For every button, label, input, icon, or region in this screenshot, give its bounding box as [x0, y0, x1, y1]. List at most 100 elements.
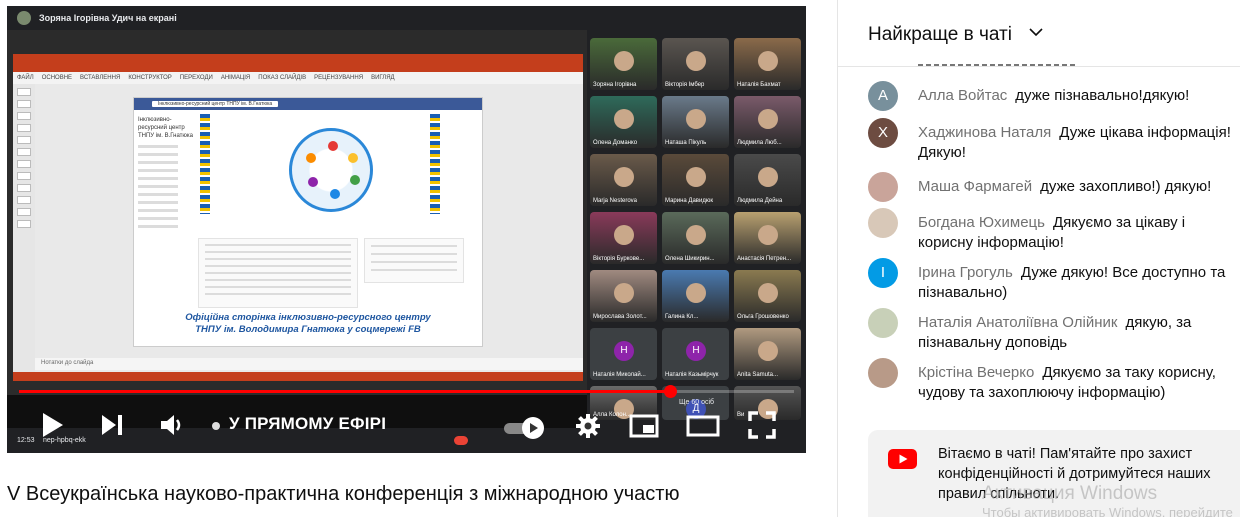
participant-name: Marja Nesterova: [593, 198, 638, 204]
participant-tile[interactable]: Галина Кл...: [662, 270, 729, 322]
participant-name: Наташа Пікуль: [665, 140, 707, 146]
participant-name: Вікторія Буркове...: [593, 256, 645, 262]
autoplay-toggle[interactable]: [504, 417, 546, 439]
chat-author-avatar[interactable]: Х: [868, 118, 898, 148]
participant-tile[interactable]: Марина Давидюк: [662, 154, 729, 206]
fb-side-title: Інклюзивно-ресурсний центр ТНПУ ім. В.Гн…: [138, 117, 194, 139]
chat-author-name[interactable]: Наталія Анатоліївна Олійник: [918, 314, 1117, 331]
chat-message-text: дуже пізнавально!дякую!: [1015, 87, 1190, 104]
play-button[interactable]: [35, 408, 69, 442]
participant-tile[interactable]: Anita Samuta...: [734, 328, 801, 380]
participant-face: [686, 51, 706, 71]
participant-tile[interactable]: Н Наталія Казьмірчук: [662, 328, 729, 380]
ppt-tab: ПОКАЗ СЛАЙДІВ: [258, 75, 307, 81]
miniplayer-button[interactable]: [628, 410, 660, 442]
participant-face: [614, 51, 634, 71]
participant-face: [614, 283, 634, 303]
chat-message-text: дуже захопливо!) дякую!: [1040, 178, 1212, 195]
participants-grid: Ви Д Алла Колон... Anita Samuta... Н Наталія …: [587, 30, 806, 430]
settings-button[interactable]: [572, 410, 604, 442]
ppt-status-bar: [13, 372, 583, 381]
ppt-tab: РЕЦЕНЗУВАННЯ: [314, 75, 364, 81]
participant-name: Наталія Бахмат: [737, 82, 781, 88]
chat-author-name[interactable]: Богдана Юхимець: [918, 214, 1045, 231]
ppt-ribbon-tabs: ФАЙЛ ОСНОВНЕ ВСТАВЛЕННЯ КОНСТРУКТОР ПЕРЕ…: [13, 72, 583, 84]
chat-author-name[interactable]: Хаджинова Наталя: [918, 124, 1051, 141]
participant-tile[interactable]: Наталія Бахмат: [734, 38, 801, 90]
participant-name: Олена Доманко: [593, 140, 638, 146]
participant-name: Марина Давидюк: [665, 198, 713, 204]
autoplay-thumb: [522, 417, 544, 439]
participant-tile[interactable]: Людмила Люб...: [734, 96, 801, 148]
participant-tile[interactable]: Н Наталія Миколай...: [590, 328, 657, 380]
chat-author-name[interactable]: Маша Фармагей: [918, 178, 1032, 195]
live-label[interactable]: У ПРЯМОМУ ЕФІРІ: [229, 414, 386, 434]
participant-name: Людмила Дейна: [737, 198, 783, 204]
participant-face: [686, 109, 706, 129]
participant-name: Мирослава Золот...: [593, 314, 647, 320]
chat-message-line: Алла Войтас дуже пізнавально!дякую!: [918, 86, 1240, 106]
participant-face: [614, 109, 634, 129]
participant-tile[interactable]: Marja Nesterova: [590, 154, 657, 206]
participant-face: [686, 167, 706, 187]
participant-tile[interactable]: Олена Шикирин...: [662, 212, 729, 264]
participant-tile[interactable]: Вікторія Буркове...: [590, 212, 657, 264]
presenter-banner-text: Зоряна Ігорівна Удич на екрані: [39, 13, 177, 23]
live-chat-panel: Найкраще в чаті А Алла Войтас дуже пізнава…: [837, 0, 1240, 517]
youtube-logo-icon: [888, 449, 917, 469]
chevron-down-icon[interactable]: [1028, 24, 1044, 40]
progress-fill: [19, 390, 670, 393]
participant-tile[interactable]: Ольга Грошовенко: [734, 270, 801, 322]
fb-about-block: [198, 238, 358, 308]
participant-face: [686, 225, 706, 245]
chat-author-avatar[interactable]: [868, 172, 898, 202]
chat-author-name[interactable]: Алла Войтас: [918, 87, 1007, 104]
participant-face: [758, 51, 778, 71]
participant-face: [614, 225, 634, 245]
next-button[interactable]: [95, 408, 129, 442]
progress-scrubber[interactable]: [664, 385, 677, 398]
chat-author-name[interactable]: Крістіна Вечерко: [918, 364, 1034, 381]
participant-name: Анастасія Петрен...: [737, 256, 792, 262]
volume-icon: [161, 415, 181, 435]
ornament-left: [200, 114, 210, 214]
chat-author-name[interactable]: Ірина Грогуль: [918, 264, 1013, 281]
ppt-tab: КОНСТРУКТОР: [128, 75, 172, 81]
chat-mode-selector[interactable]: Найкраще в чаті: [868, 24, 1012, 46]
video-player[interactable]: Зоряна Ігорівна Удич на екрані ФАЙЛ ОСНО…: [7, 6, 806, 453]
chat-message-line: Хаджинова Наталя Дуже цікава інформація! …: [918, 123, 1240, 163]
fullscreen-button[interactable]: [745, 408, 779, 442]
fb-page-name: Інклюзивно-ресурсний центр ТНПУ ім. В.Гн…: [152, 101, 279, 107]
chat-author-avatar[interactable]: І: [868, 258, 898, 288]
irc-logo: [289, 128, 373, 212]
chat-author-avatar[interactable]: А: [868, 81, 898, 111]
play-small-icon: [530, 423, 538, 433]
progress-bar[interactable]: [19, 385, 794, 398]
chat-author-avatar[interactable]: [868, 308, 898, 338]
ppt-tab: ВСТАВЛЕННЯ: [80, 75, 121, 81]
miniplayer-icon: [629, 414, 659, 438]
chat-author-avatar[interactable]: [868, 208, 898, 238]
participant-tile[interactable]: Олена Доманко: [590, 96, 657, 148]
participant-tile[interactable]: Анастасія Петрен...: [734, 212, 801, 264]
theater-mode-button[interactable]: [685, 410, 721, 442]
participant-name: Anita Samuta...: [737, 372, 779, 378]
participant-tile[interactable]: Мирослава Золот...: [590, 270, 657, 322]
participant-tile[interactable]: Вікторія Імбер: [662, 38, 729, 90]
participant-face: [758, 225, 778, 245]
chat-message-line: Богдана Юхимець Дякуємо за цікаву і корис…: [918, 213, 1240, 253]
participant-face: [686, 283, 706, 303]
ppt-slide-thumbnails: [13, 84, 35, 376]
participant-tile[interactable]: Зоряна Ігорівна: [590, 38, 657, 90]
participant-tile[interactable]: Людмила Дейна: [734, 154, 801, 206]
chat-header: Найкраще в чаті: [838, 0, 1240, 67]
meet-presenter-banner: Зоряна Ігорівна Удич на екрані: [7, 6, 806, 30]
fb-history-block: [364, 238, 464, 283]
chat-author-avatar[interactable]: [868, 358, 898, 388]
participant-tile[interactable]: Наташа Пікуль: [662, 96, 729, 148]
windows-activation-watermark: Активация Windows: [982, 483, 1158, 504]
participant-face: [758, 109, 778, 129]
participant-face: [614, 167, 634, 187]
chat-message-line: Маша Фармагей дуже захопливо!) дякую!: [918, 177, 1240, 197]
volume-button[interactable]: [155, 408, 189, 442]
